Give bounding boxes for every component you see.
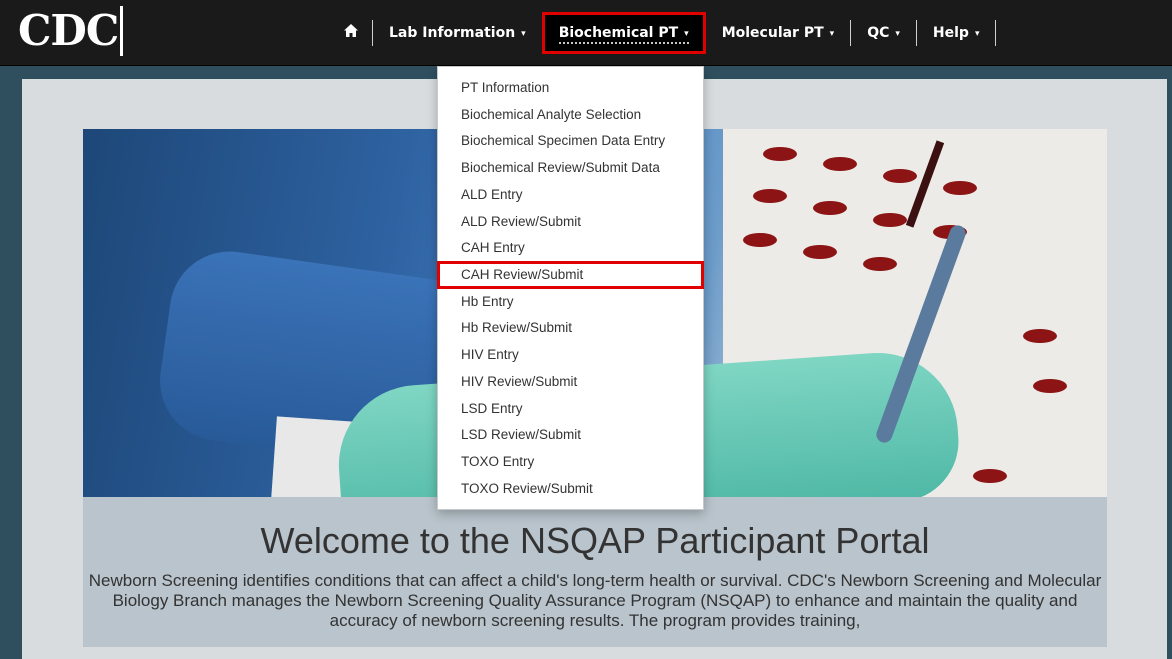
nav-qc[interactable]: QC ▾: [851, 13, 916, 53]
main-nav: Lab Information ▾ Biochemical PT ▾ Molecul…: [330, 12, 997, 54]
menu-item-toxo-review-submit[interactable]: TOXO Review/Submit: [438, 476, 703, 502]
menu-item-hb-entry[interactable]: Hb Entry: [438, 289, 703, 315]
menu-item-biochemical-specimen-data-entry[interactable]: Biochemical Specimen Data Entry: [438, 128, 703, 154]
menu-item-biochemical-review-submit-data[interactable]: Biochemical Review/Submit Data: [438, 155, 703, 181]
intro-text: Newborn Screening identifies conditions …: [88, 571, 1102, 630]
menu-item-lsd-review-submit[interactable]: LSD Review/Submit: [438, 422, 703, 448]
chevron-down-icon: ▾: [521, 29, 526, 39]
nav-lab-information[interactable]: Lab Information ▾: [373, 13, 542, 53]
nav-label: Lab Information: [389, 25, 516, 41]
menu-item-cah-review-submit[interactable]: CAH Review/Submit: [437, 261, 704, 289]
menu-item-cah-entry[interactable]: CAH Entry: [438, 235, 703, 261]
biochemical-pt-dropdown: PT Information Biochemical Analyte Selec…: [437, 66, 704, 510]
top-navbar: CDC Lab Information ▾ Biochemical PT ▾ Mol…: [0, 0, 1172, 66]
logo-text: CDC: [18, 6, 119, 55]
menu-item-toxo-entry[interactable]: TOXO Entry: [438, 449, 703, 475]
cdc-logo[interactable]: CDC: [18, 6, 124, 56]
home-icon: [344, 24, 358, 41]
page-title: Welcome to the NSQAP Participant Portal: [260, 520, 930, 561]
menu-item-ald-entry[interactable]: ALD Entry: [438, 182, 703, 208]
menu-item-hiv-review-submit[interactable]: HIV Review/Submit: [438, 369, 703, 395]
nav-molecular-pt[interactable]: Molecular PT ▾: [706, 13, 850, 53]
menu-item-pt-information[interactable]: PT Information: [438, 75, 703, 101]
menu-item-biochemical-analyte-selection[interactable]: Biochemical Analyte Selection: [438, 102, 703, 128]
nav-label: QC: [867, 25, 890, 41]
menu-item-hb-review-submit[interactable]: Hb Review/Submit: [438, 315, 703, 341]
logo-bar: [120, 6, 124, 56]
chevron-down-icon: ▾: [895, 29, 900, 39]
nav-label: Molecular PT: [721, 25, 824, 41]
menu-item-hiv-entry[interactable]: HIV Entry: [438, 342, 703, 368]
menu-item-ald-review-submit[interactable]: ALD Review/Submit: [438, 209, 703, 235]
nav-label: Help: [932, 25, 969, 41]
chevron-down-icon: ▾: [829, 29, 835, 39]
chevron-down-icon: ▾: [974, 29, 980, 39]
menu-item-lsd-entry[interactable]: LSD Entry: [438, 396, 703, 422]
nav-label: Biochemical PT: [558, 25, 679, 41]
nav-help[interactable]: Help ▾: [917, 13, 996, 53]
chevron-down-icon: ▾: [684, 29, 689, 39]
home-button[interactable]: [330, 13, 372, 53]
nav-separator: [995, 20, 997, 46]
nav-biochemical-pt[interactable]: Biochemical PT ▾: [541, 12, 706, 54]
